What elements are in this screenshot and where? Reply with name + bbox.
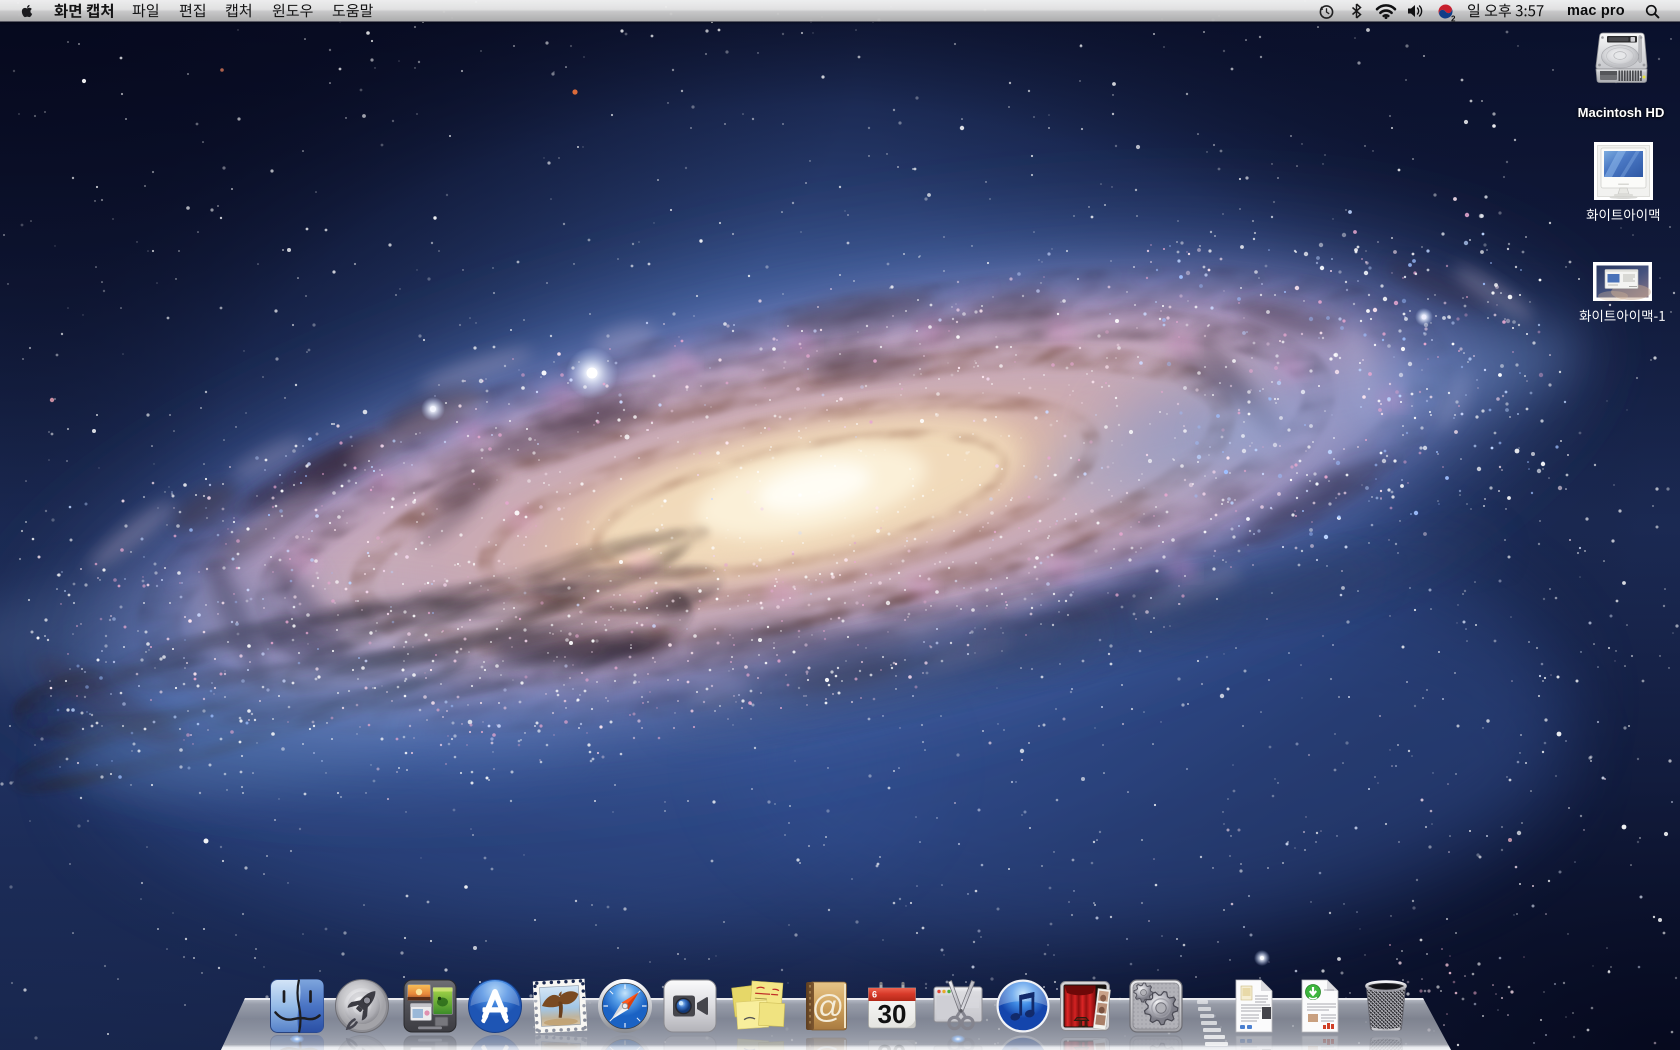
svg-text:6: 6 — [872, 990, 877, 1000]
svg-text:@: @ — [812, 1044, 844, 1050]
svg-text:2: 2 — [1451, 14, 1456, 22]
svg-text:30: 30 — [878, 999, 907, 1029]
svg-text:30: 30 — [878, 1039, 907, 1050]
svg-text:@: @ — [812, 989, 844, 1025]
